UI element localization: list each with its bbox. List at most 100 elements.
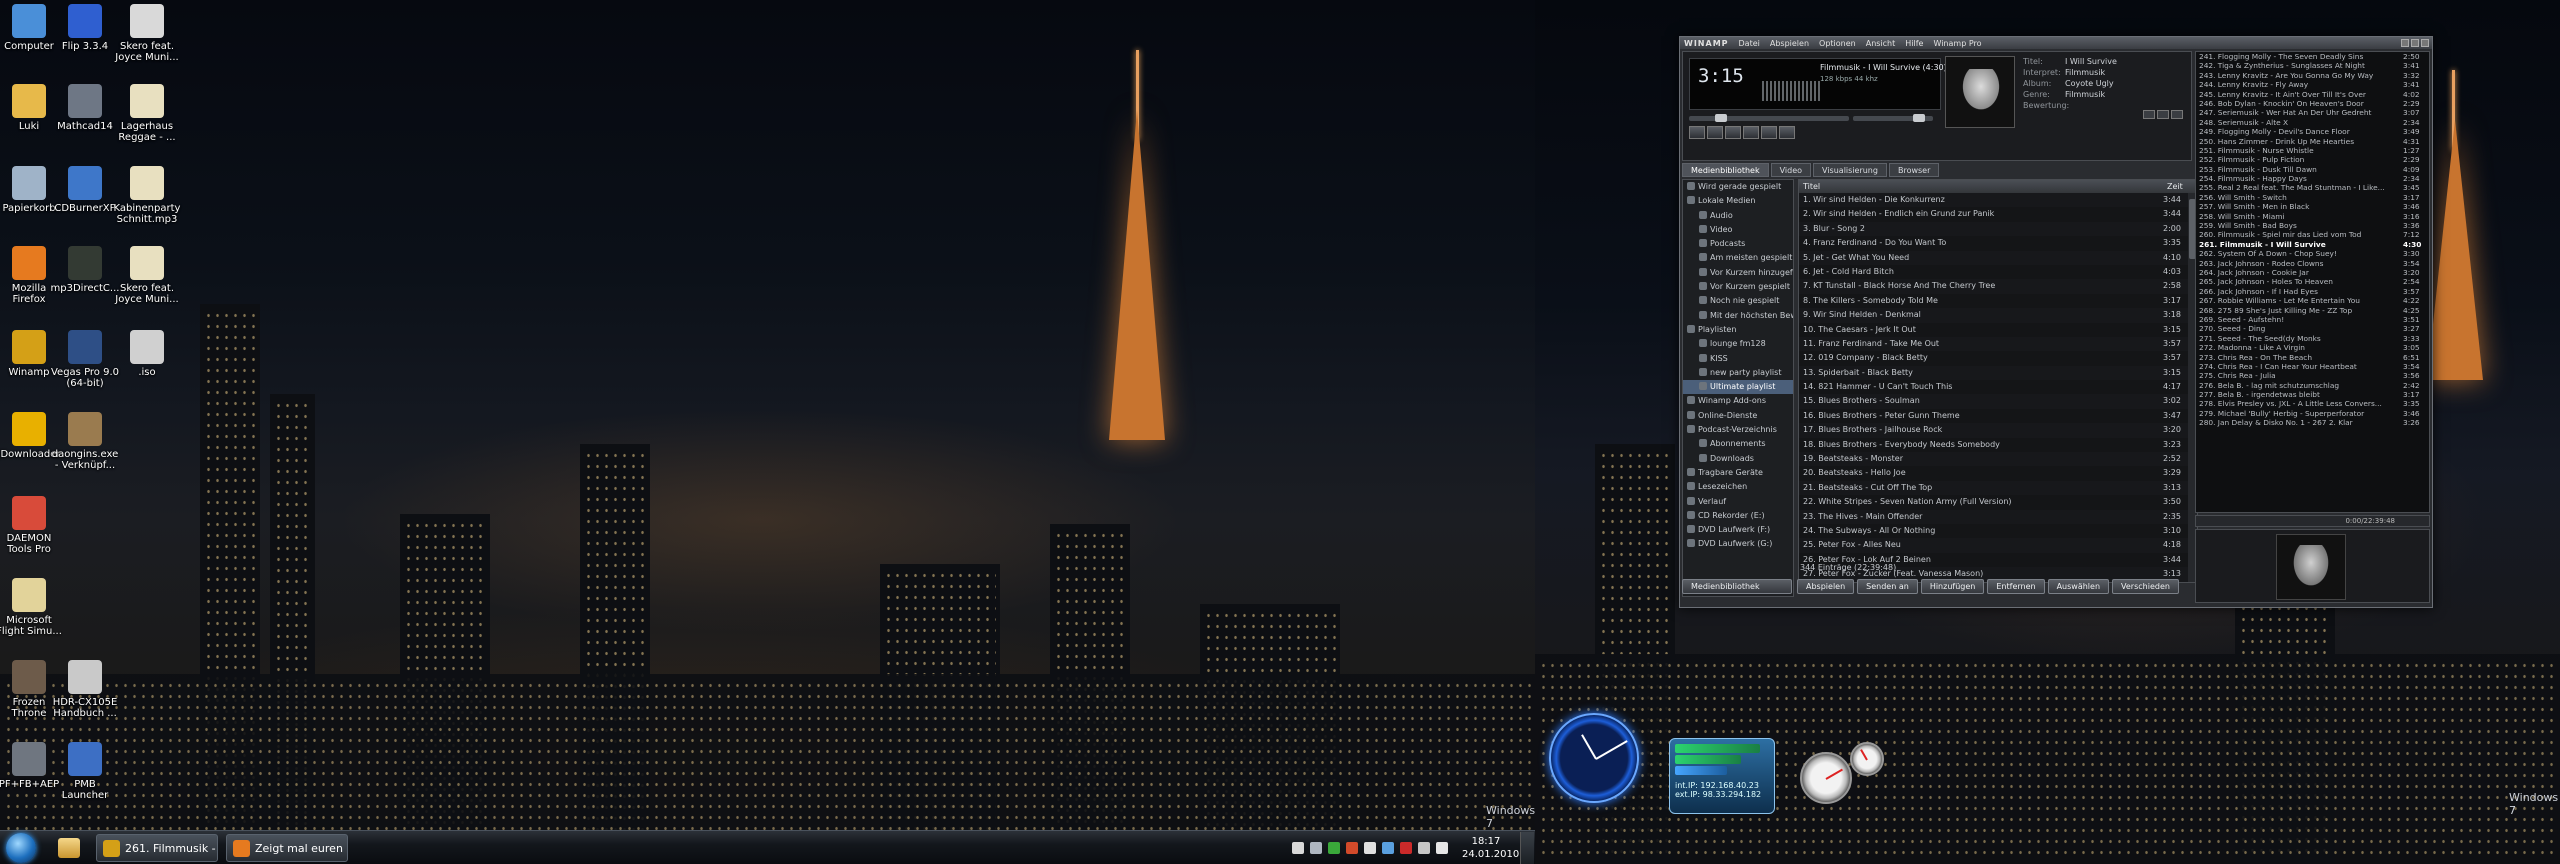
playlist-item[interactable]: 258. Will Smith - Miami 3:16 xyxy=(2196,212,2429,221)
memory-gauge-gadget[interactable] xyxy=(1850,742,1884,776)
playlist-item[interactable]: 244. Lenny Kravitz - Fly Away 3:41 xyxy=(2196,80,2429,89)
tab-browser[interactable]: Browser xyxy=(1888,163,1940,177)
spectrum-analyzer-icon[interactable] xyxy=(1762,81,1822,101)
desktop-icon[interactable]: Flip 3.3.4 xyxy=(50,4,120,52)
tray-network-icon[interactable] xyxy=(1364,842,1376,854)
playlist-item[interactable]: 260. Filmmusik - Spiel mir das Lied vom … xyxy=(2196,230,2429,239)
table-row[interactable]: 3. Blur - Song 2 2:00 xyxy=(1799,221,2197,237)
tray-app-icon[interactable] xyxy=(1292,842,1304,854)
playlist-item[interactable]: 241. Flogging Molly - The Seven Deadly S… xyxy=(2196,52,2429,61)
playlist-item[interactable]: 256. Will Smith - Switch 3:17 xyxy=(2196,193,2429,202)
playlist-item[interactable]: 268. 275 89 She's Just Killing Me - ZZ T… xyxy=(2196,306,2429,315)
tree-node[interactable]: Audio xyxy=(1683,209,1793,223)
desktop-icon[interactable]: Kabinenparty Schnitt.mp3 xyxy=(112,166,182,225)
library-button[interactable]: Entfernen xyxy=(1987,578,2045,594)
desktop-icon[interactable]: Skero feat. Joyce Muni... xyxy=(112,246,182,305)
winamp-menu-item[interactable]: Abspielen xyxy=(1770,39,1809,48)
cpu-gauge-gadget[interactable] xyxy=(1800,752,1852,804)
tree-node[interactable]: Abonnements xyxy=(1683,437,1793,451)
desktop-icon[interactable]: PMB Launcher xyxy=(50,742,120,801)
taskbar-button[interactable]: 261. Filmmusik - I... xyxy=(96,834,218,862)
table-row[interactable]: 19. Beatsteaks - Monster 2:52 xyxy=(1799,452,2197,467)
table-row[interactable]: 10. The Caesars - Jerk It Out 3:15 xyxy=(1799,323,2197,337)
playlist-item[interactable]: 247. Seriemusik - Wer Hat An Der Uhr Ged… xyxy=(2196,108,2429,117)
table-row[interactable]: 9. Wir Sind Helden - Denkmal 3:18 xyxy=(1799,308,2197,323)
tray-signal-icon[interactable] xyxy=(1418,842,1430,854)
table-row[interactable]: 8. The Killers - Somebody Told Me 3:17 xyxy=(1799,294,2197,308)
winamp-menu-item[interactable]: Optionen xyxy=(1819,39,1856,48)
table-row[interactable]: 4. Franz Ferdinand - Do You Want To 3:35 xyxy=(1799,236,2197,250)
tree-node[interactable]: Noch nie gespielt xyxy=(1683,294,1793,308)
playlist-item[interactable]: 254. Filmmusik - Happy Days 2:34 xyxy=(2196,174,2429,183)
tree-node[interactable]: Wird gerade gespielt xyxy=(1683,180,1793,194)
column-length[interactable]: Zeit xyxy=(2167,180,2197,193)
table-row[interactable]: 22. White Stripes - Seven Nation Army (F… xyxy=(1799,495,2197,509)
playlist-item[interactable]: 249. Flogging Molly - Devil's Dance Floo… xyxy=(2196,127,2429,136)
tree-node[interactable]: Mit der höchsten Bew. xyxy=(1683,309,1793,323)
tray-shield-icon[interactable] xyxy=(1346,842,1358,854)
desktop-icon[interactable]: DAEMON Tools Pro xyxy=(0,496,64,555)
table-row[interactable]: 23. The Hives - Main Offender 2:35 xyxy=(1799,509,2197,524)
column-title[interactable]: Titel xyxy=(1799,180,2167,193)
library-button[interactable]: Verschieden xyxy=(2112,578,2179,594)
tray-volume-icon[interactable] xyxy=(1436,842,1448,854)
playlist-item[interactable]: 262. System Of A Down - Chop Suey! 3:30 xyxy=(2196,249,2429,258)
desktop-icon[interactable]: Lagerhaus Reggae - ... xyxy=(112,84,182,143)
table-row[interactable]: 18. Blues Brothers - Everybody Needs Som… xyxy=(1799,438,2197,452)
tree-node[interactable]: Playlisten xyxy=(1683,323,1793,337)
library-button[interactable]: Abspielen xyxy=(1797,578,1855,594)
tree-node[interactable]: Ultimate playlist xyxy=(1683,380,1793,395)
playlist-item[interactable]: 263. Jack Johnson - Rodeo Clowns 3:54 xyxy=(2196,259,2429,268)
tray-flag-icon[interactable] xyxy=(1310,842,1322,854)
network-meter-gadget[interactable]: int.IP: 192.168.40.23 ext.IP: 98.33.294.… xyxy=(1669,738,1775,814)
stop-icon[interactable] xyxy=(1743,126,1759,139)
table-row[interactable]: 7. KT Tunstall - Black Horse And The Che… xyxy=(1799,279,2197,294)
playlist-item[interactable]: 277. Bela B. - irgendetwas bleibt 3:17 xyxy=(2196,390,2429,399)
table-row[interactable]: 13. Spiderbait - Black Betty 3:15 xyxy=(1799,365,2197,381)
previous-icon[interactable] xyxy=(1689,126,1705,139)
desktop-icon[interactable]: CDBurnerXP xyxy=(50,166,120,214)
table-row[interactable]: 25. Peter Fox - Alles Neu 4:18 xyxy=(1799,538,2197,553)
table-row[interactable]: 15. Blues Brothers - Soulman 3:02 xyxy=(1799,394,2197,409)
tree-node[interactable]: Lesezeichen xyxy=(1683,480,1793,494)
playlist-item[interactable]: 245. Lenny Kravitz - It Ain't Over Till … xyxy=(2196,90,2429,99)
tree-node[interactable]: Lokale Medien xyxy=(1683,194,1793,208)
winamp-titlebar[interactable]: WINAMP Datei Abspielen Optionen Ansicht Hilf… xyxy=(1680,37,2432,49)
tree-node[interactable]: CD Rekorder (E:) xyxy=(1683,509,1793,523)
playlist-item[interactable]: 255. Real 2 Real feat. The Mad Stuntman … xyxy=(2196,183,2429,192)
tree-node[interactable]: lounge fm128 xyxy=(1683,337,1793,351)
playlist-item[interactable]: 243. Lenny Kravitz - Are You Gonna Go My… xyxy=(2196,71,2429,80)
close-icon[interactable] xyxy=(2421,39,2429,47)
table-row[interactable]: 16. Blues Brothers - Peter Gunn Theme 3:4… xyxy=(1799,409,2197,423)
pause-icon[interactable] xyxy=(1725,126,1741,139)
table-row[interactable]: 20. Beatsteaks - Hello Joe 3:29 xyxy=(1799,466,2197,480)
volume-slider[interactable] xyxy=(1853,114,1933,122)
equalizer-icon[interactable] xyxy=(2171,110,2183,119)
playlist-item[interactable]: 269. Seeed - Aufstehn! 3:51 xyxy=(2196,315,2429,324)
playlist-item[interactable]: 257. Will Smith - Men in Black 3:46 xyxy=(2196,202,2429,211)
table-row[interactable]: 24. The Subways - All Or Nothing 3:10 xyxy=(1799,524,2197,538)
tree-node[interactable]: Video xyxy=(1683,223,1793,237)
desktop-icon[interactable]: Mathcad14 xyxy=(50,84,120,132)
playlist-item[interactable]: 261. Filmmusik - I Will Survive 4:30 xyxy=(2196,240,2429,249)
tab-video[interactable]: Video xyxy=(1770,163,1812,177)
tree-node[interactable]: Vor Kurzem gespielt xyxy=(1683,280,1793,294)
library-button[interactable]: Medienbibliothek xyxy=(1682,578,1792,594)
explorer-quicklaunch-icon[interactable] xyxy=(58,838,80,858)
shuffle-icon[interactable] xyxy=(2143,110,2155,119)
playlist-item[interactable]: 280. Jan Delay & Disko No. 1 - 267 2. Kl… xyxy=(2196,418,2429,427)
tree-node[interactable]: new party playlist xyxy=(1683,366,1793,380)
tree-node[interactable]: DVD Laufwerk (G:) xyxy=(1683,537,1793,551)
playlist-item[interactable]: 267. Robbie Williams - Let Me Entertain … xyxy=(2196,296,2429,305)
elapsed-time[interactable]: 3:15 xyxy=(1698,65,1744,87)
tree-node[interactable]: Podcasts xyxy=(1683,237,1793,251)
playlist-item[interactable]: 242. Tiga & Zyntherius - Sunglasses At N… xyxy=(2196,61,2429,70)
table-row[interactable]: 12. 019 Company - Black Betty 3:57 xyxy=(1799,351,2197,365)
tab-visualisierung[interactable]: Visualisierung xyxy=(1813,163,1887,177)
winamp-window[interactable]: WINAMP Datei Abspielen Optionen Ansicht Hilf… xyxy=(1679,36,2433,608)
table-row[interactable]: 17. Blues Brothers - Jailhouse Rock 3:20 xyxy=(1799,423,2197,438)
table-row[interactable]: 2. Wir sind Helden - Endlich ein Grund z… xyxy=(1799,207,2197,221)
taskbar-button[interactable]: Zeigt mal euren D... xyxy=(226,834,348,862)
playlist-item[interactable]: 252. Filmmusik - Pulp Fiction 2:29 xyxy=(2196,155,2429,164)
playlist-item[interactable]: 278. Elvis Presley vs. JXL - A Little Le… xyxy=(2196,399,2429,408)
